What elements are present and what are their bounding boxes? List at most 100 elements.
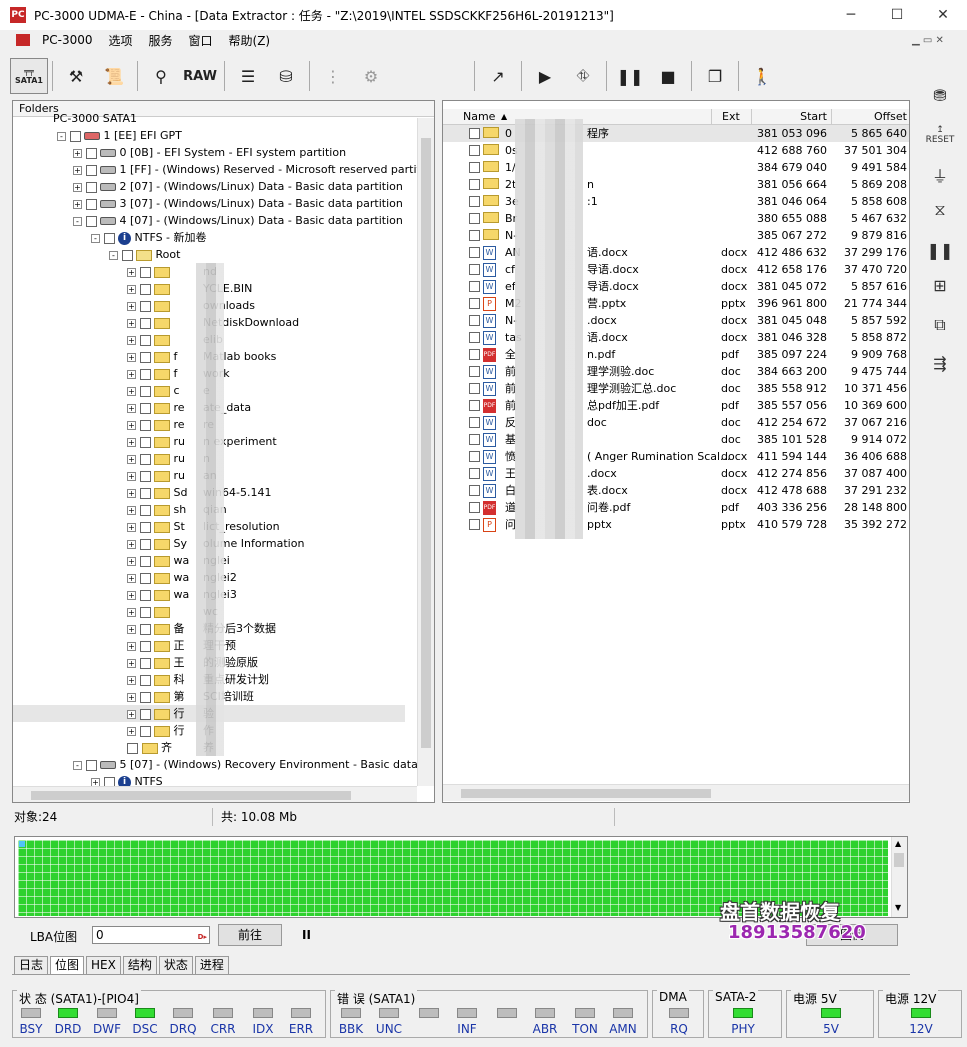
file-row[interactable]: W 基 doc 385 101 528 9 914 072 [443, 431, 909, 448]
file-row[interactable]: W 愤( Anger Rumination Scal... docx 411 594 … [443, 448, 909, 465]
close-button[interactable]: ✕ [920, 0, 966, 30]
export-icon[interactable]: ↗ [479, 58, 517, 94]
pause-icon[interactable]: ❚❚ [611, 58, 649, 94]
checkbox[interactable] [469, 383, 480, 394]
tab-process[interactable]: 进程 [194, 956, 229, 974]
collapse-icon[interactable]: - [73, 760, 82, 770]
expand-icon[interactable]: + [127, 369, 136, 379]
file-row[interactable]: W 王 .docx docx 412 274 856 37 087 400 [443, 465, 909, 482]
file-row[interactable]: W N- .docx docx 381 045 048 5 857 592 [443, 312, 909, 329]
minimize-button[interactable]: ─ [828, 0, 874, 30]
collapse-icon[interactable]: - [91, 233, 100, 243]
expand-icon[interactable]: + [127, 573, 136, 583]
menu-service[interactable]: 服务 [141, 32, 181, 49]
expand-icon[interactable]: + [127, 386, 136, 396]
tree-row[interactable]: + 1 [FF] - (Windows) Reserved - Microsof… [13, 161, 434, 178]
checkbox[interactable] [139, 453, 151, 465]
checkbox[interactable] [469, 128, 480, 139]
expand-icon[interactable]: + [127, 403, 136, 413]
play-icon[interactable]: ▶ [526, 58, 564, 94]
file-row[interactable]: P M2 营.pptx pptx 396 961 800 21 774 344 [443, 295, 909, 312]
collapse-icon[interactable]: - [109, 250, 118, 260]
expand-icon[interactable]: + [127, 607, 136, 617]
file-row[interactable]: PDF 前总pdf加王.pdf pdf 385 557 056 10 369 600 [443, 397, 909, 414]
expand-icon[interactable]: + [127, 624, 136, 634]
checkbox[interactable] [139, 538, 151, 550]
expand-icon[interactable]: + [127, 726, 136, 736]
collapse-icon[interactable]: - [57, 131, 66, 141]
expand-icon[interactable]: + [127, 352, 136, 362]
binoculars-icon[interactable]: ⚲ [142, 58, 180, 94]
expand-icon[interactable]: + [127, 590, 136, 600]
checkbox[interactable] [469, 179, 480, 190]
checkbox[interactable] [469, 281, 480, 292]
checkbox[interactable] [469, 417, 480, 428]
file-row[interactable]: PDF 道问卷.pdf pdf 403 336 256 28 148 800 [443, 499, 909, 516]
file-row[interactable]: W 白表.docx docx 412 478 688 37 291 232 [443, 482, 909, 499]
file-row[interactable]: 0 程序 381 053 096 5 865 640 [443, 125, 909, 142]
expand-icon[interactable]: + [73, 182, 82, 192]
files-hscroll-thumb[interactable] [461, 789, 711, 798]
checkbox[interactable] [85, 181, 97, 193]
checkbox[interactable] [139, 470, 151, 482]
checkbox[interactable] [469, 519, 480, 530]
expand-icon[interactable]: + [127, 437, 136, 447]
pause-side-icon[interactable]: ❚❚ [918, 235, 962, 265]
checkbox[interactable] [469, 196, 480, 207]
checkbox[interactable] [469, 315, 480, 326]
exit-icon[interactable]: 🚶 [743, 58, 781, 94]
expand-icon[interactable]: + [127, 505, 136, 515]
file-row[interactable]: Wef 导语.docx docx 381 045 072 5 857 616 [443, 278, 909, 295]
expand-icon[interactable]: + [127, 454, 136, 464]
checkbox[interactable] [139, 708, 151, 720]
tree-row[interactable]: - Root [13, 246, 405, 263]
expand-icon[interactable]: + [127, 675, 136, 685]
checkbox[interactable] [139, 674, 151, 686]
hierarchy-icon[interactable]: ⛗ [564, 58, 602, 94]
tab-log[interactable]: 日志 [14, 956, 49, 974]
database-icon[interactable]: ⛃ [918, 80, 962, 110]
connector-icon[interactable]: ⊞ [918, 270, 962, 300]
checkbox[interactable] [469, 247, 480, 258]
copy-x-icon[interactable]: ⧉ [918, 310, 962, 340]
plug-icon[interactable]: ⇶ [918, 348, 962, 378]
file-row[interactable]: W AN 语.docx docx 412 486 632 37 299 176 [443, 244, 909, 261]
expand-icon[interactable]: + [127, 335, 136, 345]
checkbox[interactable] [139, 283, 151, 295]
expand-icon[interactable]: + [127, 284, 136, 294]
checkbox[interactable] [469, 349, 480, 360]
file-row[interactable]: 0s 412 688 760 37 501 304 [443, 142, 909, 159]
checkbox[interactable] [121, 249, 133, 261]
file-row[interactable]: 3e:1 381 046 064 5 858 608 [443, 193, 909, 210]
checkbox[interactable] [139, 317, 151, 329]
checkbox[interactable] [139, 334, 151, 346]
checkbox[interactable] [139, 368, 151, 380]
expand-icon[interactable]: + [127, 641, 136, 651]
tab-hex[interactable]: HEX [86, 956, 121, 974]
checkbox[interactable] [139, 300, 151, 312]
checkbox[interactable] [469, 434, 480, 445]
checkbox[interactable] [139, 402, 151, 414]
file-row[interactable]: 2t n 381 056 664 5 869 208 [443, 176, 909, 193]
tree-row[interactable]: - i NTFS - 新加卷 [13, 229, 405, 246]
scroll-down-icon[interactable]: ▼ [895, 903, 901, 912]
checkbox[interactable] [469, 485, 480, 496]
menu-pc3000[interactable]: PC-3000 [34, 33, 100, 47]
tree-row[interactable]: - 1 [EE] EFI GPT [13, 127, 405, 144]
expand-icon[interactable]: + [127, 658, 136, 668]
checkbox[interactable] [139, 657, 151, 669]
file-row[interactable]: P 问 pptx pptx 410 579 728 35 392 272 [443, 516, 909, 533]
menu-help[interactable]: 帮助(Z) [221, 32, 279, 49]
lba-pause-button[interactable]: II [302, 928, 311, 942]
checkbox[interactable] [69, 130, 81, 142]
checkbox[interactable] [469, 451, 480, 462]
checkbox[interactable] [139, 572, 151, 584]
reset-button[interactable]: ↥ RESET [918, 120, 962, 150]
tree-row[interactable]: PC-3000 SATA1 [13, 110, 405, 127]
expand-icon[interactable]: + [127, 488, 136, 498]
sata-port-button[interactable]: ╤╤ SATA1 [10, 58, 48, 94]
file-row[interactable]: PDF 全 n.pdf pdf 385 097 224 9 909 768 [443, 346, 909, 363]
tools-icon[interactable]: ⚒ [57, 58, 95, 94]
checkbox[interactable] [139, 606, 151, 618]
file-row[interactable]: N- 385 067 272 9 879 816 [443, 227, 909, 244]
